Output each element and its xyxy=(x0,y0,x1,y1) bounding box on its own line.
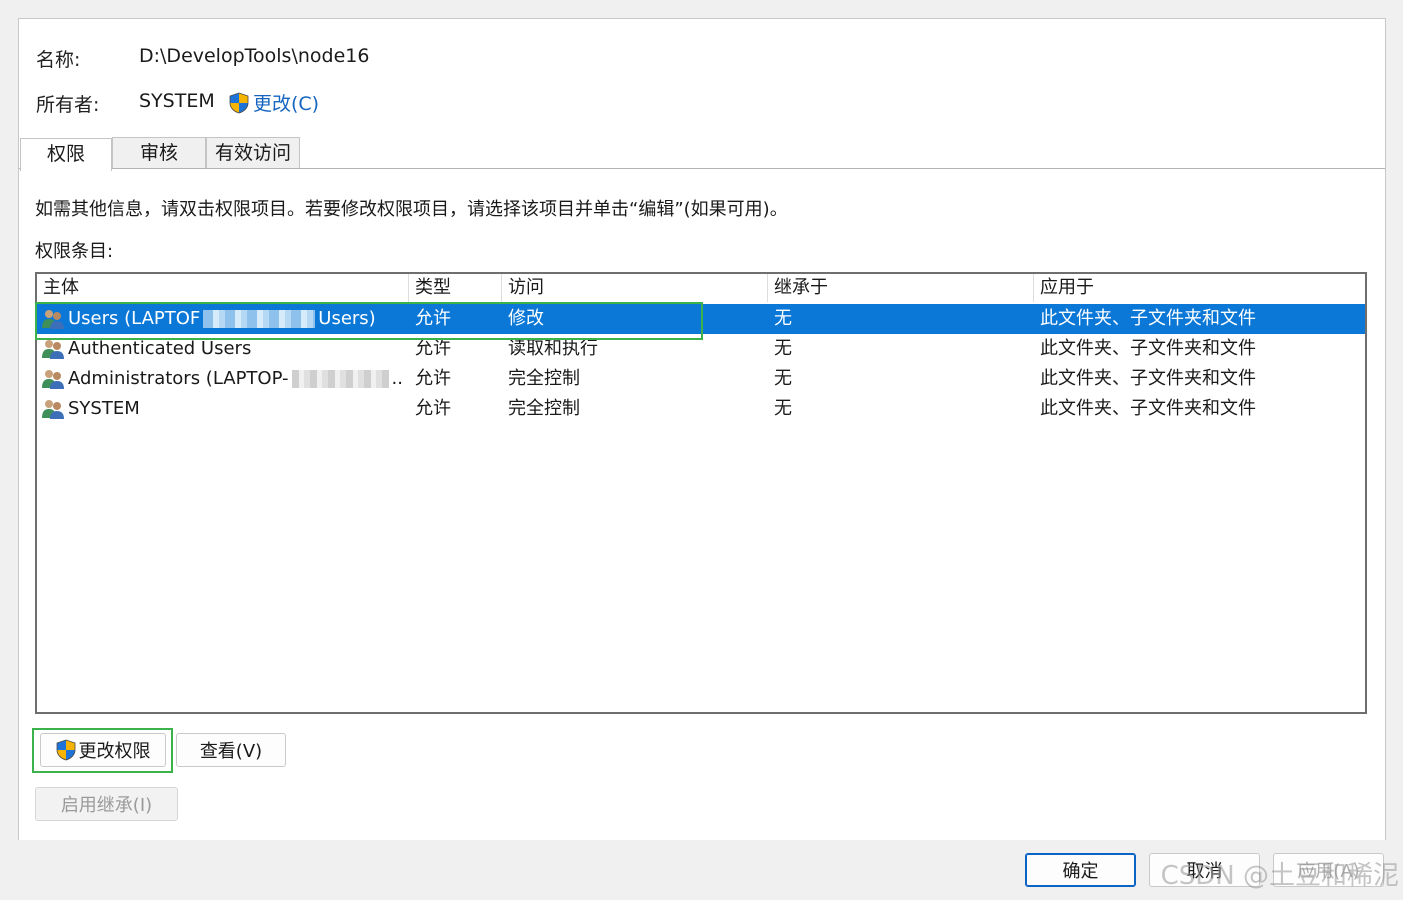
permission-entries-list[interactable]: 主体 类型 访问 继承于 应用于 Users (LAPTOF Users) 允许… xyxy=(35,272,1367,714)
tab-effective-access[interactable]: 有效访问 xyxy=(206,137,300,169)
type-cell: 允许 xyxy=(415,308,451,329)
principal-prefix: Authenticated Users xyxy=(68,338,252,359)
access-cell: 完全控制 xyxy=(508,398,580,419)
tab-auditing[interactable]: 审核 xyxy=(112,137,206,169)
name-label: 名称: xyxy=(36,49,81,71)
change-permissions-label: 更改权限 xyxy=(78,741,151,762)
applies-to-cell: 此文件夹、子文件夹和文件 xyxy=(1040,338,1256,359)
access-cell: 完全控制 xyxy=(508,368,580,389)
principal-cell: Users (LAPTOF Users) xyxy=(41,304,403,334)
user-group-icon xyxy=(41,398,65,420)
change-owner-label: 更改(C) xyxy=(253,93,320,115)
principal-prefix: Administrators (LAPTOP- xyxy=(68,368,289,389)
tab-permissions[interactable]: 权限 xyxy=(20,138,112,171)
ok-button[interactable]: 确定 xyxy=(1025,853,1136,887)
cancel-button[interactable]: 取消 xyxy=(1149,853,1260,887)
access-cell: 修改 xyxy=(508,308,544,329)
owner-value: SYSTEM xyxy=(139,90,215,112)
change-permissions-button[interactable]: 更改权限 xyxy=(40,733,166,767)
applies-to-cell: 此文件夹、子文件夹和文件 xyxy=(1040,398,1256,419)
apply-button[interactable]: 应用(A) xyxy=(1273,853,1384,887)
user-group-icon xyxy=(41,308,65,330)
inherited-from-cell: 无 xyxy=(774,368,792,389)
view-button[interactable]: 查看(V) xyxy=(176,733,286,767)
name-value: D:\DevelopTools\node16 xyxy=(139,45,370,67)
column-header-access[interactable]: 访问 xyxy=(502,274,768,302)
enable-inheritance-button[interactable]: 启用继承(I) xyxy=(35,787,178,821)
access-cell: 读取和执行 xyxy=(508,338,598,359)
principal-prefix: SYSTEM xyxy=(68,398,140,419)
principal-suffix: .. xyxy=(391,368,403,389)
redacted-text xyxy=(291,370,389,388)
change-owner-link[interactable]: 更改(C) xyxy=(229,89,319,116)
uac-shield-icon xyxy=(56,739,76,761)
type-cell: 允许 xyxy=(415,368,451,389)
principal-cell: Authenticated Users xyxy=(41,334,403,364)
redacted-text xyxy=(203,310,316,328)
type-cell: 允许 xyxy=(415,398,451,419)
tab-bar: 权限 审核 有效访问 xyxy=(19,137,1385,171)
principal-cell: Administrators (LAPTOP- .. xyxy=(41,364,403,394)
info-text: 如需其他信息，请双击权限项目。若要修改权限项目，请选择该项目并单击“编辑”(如果… xyxy=(35,199,788,220)
tab-content: 如需其他信息，请双击权限项目。若要修改权限项目，请选择该项目并单击“编辑”(如果… xyxy=(19,168,1385,840)
applies-to-cell: 此文件夹、子文件夹和文件 xyxy=(1040,368,1256,389)
column-header-principal[interactable]: 主体 xyxy=(37,274,409,302)
dialog-panel: 名称: D:\DevelopTools\node16 所有者: SYSTEM 更… xyxy=(18,18,1386,840)
uac-shield-icon xyxy=(229,92,249,114)
user-group-icon xyxy=(41,368,65,390)
permission-row[interactable]: SYSTEM 允许 完全控制 无 此文件夹、子文件夹和文件 xyxy=(37,394,1365,424)
applies-to-cell: 此文件夹、子文件夹和文件 xyxy=(1040,308,1256,329)
principal-suffix: Users) xyxy=(318,308,376,329)
permission-row[interactable]: Authenticated Users 允许 读取和执行 无 此文件夹、子文件夹… xyxy=(37,334,1365,364)
inherited-from-cell: 无 xyxy=(774,398,792,419)
owner-label: 所有者: xyxy=(36,94,100,116)
permission-row[interactable]: Users (LAPTOF Users) 允许 修改 无 此文件夹、子文件夹和文… xyxy=(37,304,1365,334)
principal-cell: SYSTEM xyxy=(41,394,403,424)
inherited-from-cell: 无 xyxy=(774,338,792,359)
principal-prefix: Users (LAPTOF xyxy=(68,308,201,329)
permission-row[interactable]: Administrators (LAPTOP- .. 允许 完全控制 无 此文件… xyxy=(37,364,1365,394)
entries-label: 权限条目: xyxy=(35,241,114,262)
type-cell: 允许 xyxy=(415,338,451,359)
user-group-icon xyxy=(41,338,65,360)
inherited-from-cell: 无 xyxy=(774,308,792,329)
column-header-type[interactable]: 类型 xyxy=(409,274,502,302)
column-header-applies-to[interactable]: 应用于 xyxy=(1034,274,1365,302)
column-header-inherited-from[interactable]: 继承于 xyxy=(768,274,1034,302)
